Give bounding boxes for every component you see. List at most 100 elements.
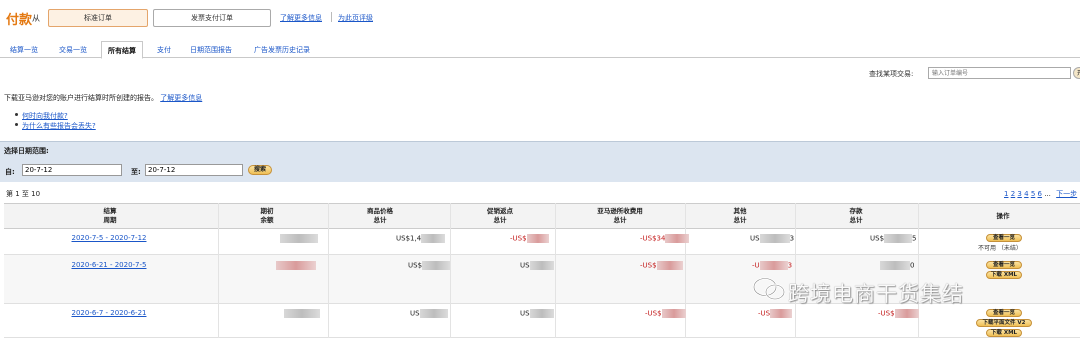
bullet-icon — [15, 123, 18, 126]
bullet-icon — [15, 113, 18, 116]
fees-value: -US$ — [640, 261, 683, 270]
redacted-value — [526, 234, 549, 243]
find-transaction-label: 查找某项交易: — [869, 70, 914, 78]
redacted-value — [759, 261, 788, 270]
status-text: 不可用 （未结） — [978, 245, 1022, 252]
list-item: 何时向我付款? — [15, 111, 68, 121]
tab-payments[interactable]: 支付 — [157, 45, 171, 55]
product-charges-value: US — [410, 309, 448, 318]
product-charges-value: US$ — [408, 261, 451, 270]
page-link[interactable]: 1 — [1004, 190, 1008, 198]
promo-value: US — [520, 309, 554, 318]
redacted-value — [421, 234, 446, 243]
column-header-deposit: 存款 总计 — [849, 207, 863, 224]
to-date-label: 至: — [131, 168, 141, 176]
divider — [450, 203, 451, 338]
tab-settlement-summary[interactable]: 结算一览 — [10, 45, 38, 55]
redacted-value — [276, 261, 316, 270]
redacted-value — [284, 309, 320, 318]
tab-ad-invoice-history[interactable]: 广告发票历史记录 — [254, 45, 310, 55]
wechat-icon — [752, 277, 786, 301]
view-summary-button[interactable]: 查看一览 — [986, 234, 1022, 242]
page-link[interactable]: 4 — [1024, 190, 1028, 198]
when-paid-link[interactable]: 何时向我付款? — [22, 112, 68, 120]
opening-balance-value — [284, 309, 320, 318]
divider — [218, 203, 219, 338]
redacted-value — [880, 261, 910, 270]
column-header-product-charges: 商品价格 总计 — [367, 207, 393, 224]
page-link[interactable]: 3 — [1017, 190, 1021, 198]
redacted-value — [529, 261, 554, 270]
rate-page-link[interactable]: 为此页评级 — [338, 13, 373, 23]
download-xml-button[interactable]: 下载 XML — [986, 329, 1022, 337]
redacted-value — [665, 234, 690, 243]
divider — [328, 203, 329, 338]
settlement-period-link[interactable]: 2020-6-21 - 2020-7-5 — [34, 261, 184, 269]
settlement-period-link[interactable]: 2020-7-5 - 2020-7-12 — [34, 234, 184, 242]
column-header-actions: 操作 — [996, 212, 1010, 220]
invoiced-orders-button[interactable]: 发票支付订单 — [153, 9, 271, 27]
page-link[interactable]: 6 — [1038, 190, 1042, 198]
download-xml-button[interactable]: 下载 XML — [986, 271, 1022, 279]
next-page-link[interactable]: 下一步 — [1056, 190, 1077, 198]
learn-more-link[interactable]: 了解更多信息 — [280, 13, 322, 23]
date-range-title: 选择日期范围: — [4, 147, 49, 155]
view-summary-button[interactable]: 查看一览 — [986, 261, 1022, 269]
standard-orders-button[interactable]: 标准订单 — [48, 9, 148, 27]
product-charges-value: US$1,4 — [396, 234, 446, 243]
to-date-input[interactable] — [145, 164, 243, 176]
redacted-value — [656, 261, 683, 270]
page-link[interactable]: 5 — [1031, 190, 1035, 198]
promo-value: -US$ — [510, 234, 549, 243]
description-text: 下载亚马逊对您的账户进行结算时所创建的报告。 — [4, 94, 158, 102]
column-header-period: 结算 周期 — [103, 207, 117, 224]
fees-value: -US$34 — [640, 234, 690, 243]
opening-balance-value — [280, 234, 318, 243]
page-ellipsis: ... — [1044, 190, 1051, 198]
from-date-label: 自: — [5, 168, 15, 176]
view-summary-button[interactable]: 查看一览 — [986, 309, 1022, 317]
tab-date-range-reports[interactable]: 日期范围报告 — [190, 45, 232, 55]
other-value: -U 3 — [752, 261, 793, 270]
redacted-value — [419, 309, 448, 318]
page-link[interactable]: 2 — [1011, 190, 1015, 198]
column-header-promo-rebates: 促销返点 总计 — [487, 207, 513, 224]
column-header-other: 其他 总计 — [733, 207, 747, 224]
watermark: 跨境电商干货集结 — [788, 282, 964, 306]
from-date-input[interactable] — [22, 164, 122, 176]
column-header-opening-balance: 期初 余额 — [260, 207, 274, 224]
redacted-value — [422, 261, 451, 270]
promo-value: US — [520, 261, 554, 270]
find-go-button[interactable]: 开 — [1073, 67, 1080, 79]
description-learn-more-link[interactable]: 了解更多信息 — [160, 94, 202, 102]
column-header-amazon-fees: 亚马逊所收费用 总计 — [597, 207, 643, 224]
opening-balance-value — [276, 261, 316, 270]
deposit-value: US$ 5 — [870, 234, 917, 243]
description: 下载亚马逊对您的账户进行结算时所创建的报告。 了解更多信息 — [4, 93, 202, 103]
redacted-value — [770, 309, 793, 318]
tab-all-settlements[interactable]: 所有结算 — [101, 41, 143, 59]
redacted-value — [894, 309, 919, 318]
order-number-input[interactable] — [928, 67, 1071, 79]
divider — [331, 12, 332, 22]
deposit-value: 0 — [880, 261, 914, 270]
result-count: 第 1 至 10 — [6, 190, 41, 198]
other-value: -US — [758, 309, 793, 318]
deposit-value: -US$ — [878, 309, 919, 318]
tab-bar: 结算一览 交易一览 所有结算 支付 日期范围报告 广告发票历史记录 — [0, 40, 1080, 59]
tab-transaction-view[interactable]: 交易一览 — [59, 45, 87, 55]
redacted-value — [759, 234, 790, 243]
redacted-value — [280, 234, 318, 243]
divider — [795, 203, 796, 338]
redacted-value — [661, 309, 686, 318]
from-label: 从 — [32, 14, 40, 23]
download-flat-file-v2-button[interactable]: 下载平面文件 V2 — [976, 319, 1032, 327]
redacted-value — [529, 309, 554, 318]
other-value: US 3 — [750, 234, 795, 243]
missing-reports-link[interactable]: 为什么有些报告会丢失? — [22, 122, 96, 130]
redacted-value — [884, 234, 913, 243]
divider — [555, 203, 556, 338]
search-button[interactable]: 搜索 — [248, 165, 272, 175]
fees-value: -US$ — [645, 309, 686, 318]
settlement-period-link[interactable]: 2020-6-7 - 2020-6-21 — [34, 309, 184, 317]
